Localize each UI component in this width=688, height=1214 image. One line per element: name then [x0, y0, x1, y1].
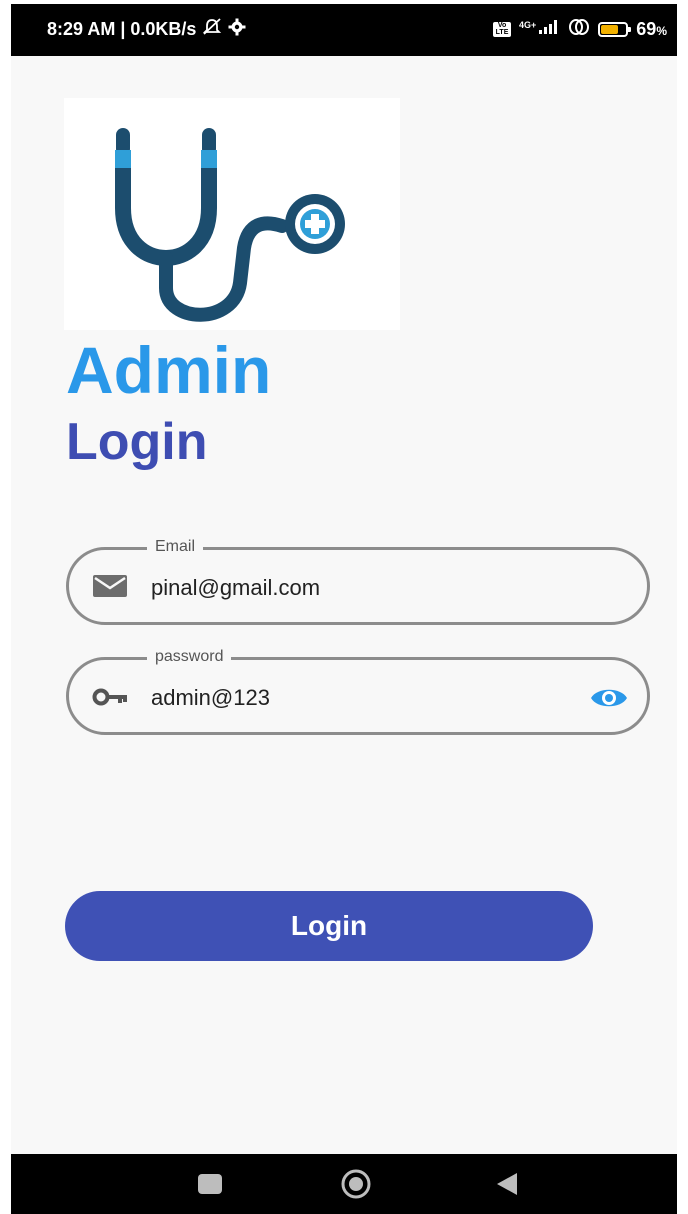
- status-time-speed: 8:29 AM | 0.0KB/s: [47, 19, 197, 39]
- hotspot-icon: [568, 18, 590, 41]
- settings-icon: [228, 18, 246, 41]
- app-screen: 8:29 AM | 0.0KB/s Vo LTE 4G+ 69% Admin L…: [11, 4, 677, 1214]
- alarm-muted-icon: [202, 18, 222, 41]
- email-field[interactable]: Email pinal@gmail.com: [66, 537, 650, 625]
- eye-icon[interactable]: [589, 684, 629, 712]
- status-bar: 8:29 AM | 0.0KB/s Vo LTE 4G+ 69%: [11, 4, 677, 56]
- email-input[interactable]: pinal@gmail.com: [151, 574, 320, 602]
- battery-fill: [601, 25, 618, 34]
- battery-icon: [598, 22, 632, 37]
- status-right: Vo LTE 4G+ 69%: [493, 18, 667, 41]
- password-label: password: [147, 647, 232, 667]
- key-icon: [91, 682, 129, 710]
- password-field[interactable]: password admin@123: [66, 647, 650, 735]
- back-button[interactable]: [491, 1168, 523, 1200]
- recents-button[interactable]: [194, 1168, 226, 1200]
- volte-icon: Vo LTE: [493, 22, 512, 37]
- title-admin: Admin: [66, 333, 272, 407]
- battery-percent: 69%: [636, 19, 667, 39]
- navigation-bar: [11, 1154, 677, 1214]
- signal-icon: [538, 19, 560, 40]
- login-button[interactable]: Login: [65, 891, 593, 961]
- network-type: 4G+: [519, 20, 537, 30]
- password-input[interactable]: admin@123: [151, 684, 270, 712]
- status-left: 8:29 AM | 0.0KB/s: [47, 18, 246, 41]
- email-label: Email: [147, 537, 204, 557]
- title-login: Login: [66, 413, 208, 471]
- home-button[interactable]: [340, 1168, 372, 1200]
- stethoscope-logo: [64, 98, 400, 330]
- mail-icon: [91, 572, 129, 600]
